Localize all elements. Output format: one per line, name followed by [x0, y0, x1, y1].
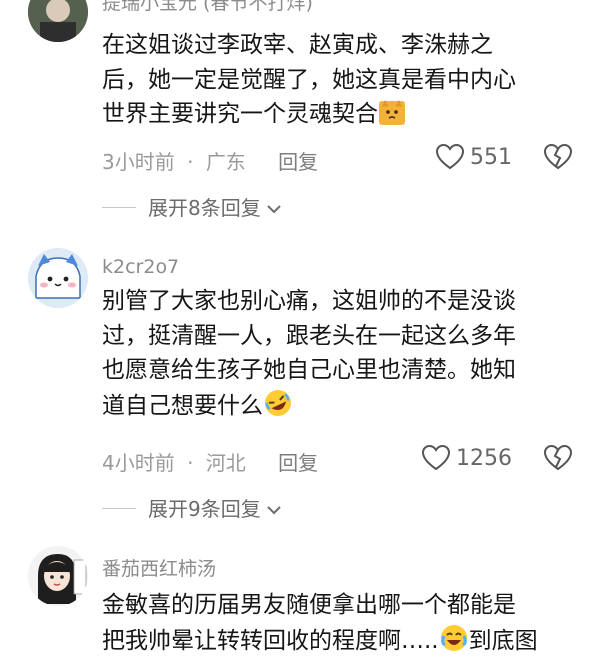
dislike-button[interactable] [543, 143, 573, 174]
separator-dot: · [187, 150, 194, 174]
username[interactable]: 番茄西红柿汤 [102, 554, 216, 581]
crying-laughing-emoji [440, 624, 467, 651]
avatar[interactable] [28, 248, 88, 308]
location: 河北 [205, 451, 246, 475]
heart-icon [422, 445, 450, 471]
reply-button[interactable]: 回复 [278, 451, 318, 475]
reply-button[interactable]: 回复 [278, 150, 318, 174]
chevron-down-icon [267, 205, 281, 214]
separator-dot: · [187, 451, 194, 475]
like-count: 551 [470, 144, 512, 170]
comment-line: 也愿意给生孩子她自己心里也清楚。她知 [102, 357, 516, 383]
dislike-button[interactable] [543, 444, 573, 475]
heart-icon [436, 144, 464, 170]
comment-text: 在这姐谈过李政宰、赵寅成、李洙赫之 后，她一定是觉醒了，她这真是看中内心 世界主… [102, 28, 572, 132]
comment-line: 过，挺清醒一人，跟老头在一起这么多年 [102, 322, 516, 349]
divider-dash [102, 207, 136, 208]
timestamp: 3小时前 [102, 150, 175, 174]
expand-replies-2[interactable]: 展开9条回复 [0, 493, 600, 523]
chevron-down-icon [267, 506, 281, 515]
comment-line: 金敏喜的历届男友随便拿出哪一个都能是 [102, 592, 516, 618]
comment-line-text: 把我帅晕让转转回收的程度啊….. [102, 627, 439, 654]
comment-line-text: 到底图 [468, 627, 538, 654]
comment-line: 后，她一定是觉醒了，她这真是看中内心 [102, 66, 516, 93]
avatar[interactable] [28, 546, 88, 606]
expand-replies-label: 展开8条回复 [148, 192, 283, 221]
like-count: 1256 [456, 445, 512, 471]
comment-line: 在这姐谈过李政宰、赵寅成、李洙赫之 [102, 32, 493, 58]
timestamp: 4小时前 [102, 451, 175, 475]
avatar[interactable] [28, 0, 88, 42]
username[interactable]: k2cr2o7 [102, 256, 179, 278]
expand-text: 展开8条回复 [148, 196, 261, 220]
rofl-emoji [265, 389, 291, 416]
avatar-image [28, 248, 88, 308]
avatar-image [28, 0, 88, 42]
comment-text: 金敏喜的历届男友随便拿出哪一个都能是 把我帅晕让转转回收的程度啊….. 到底图 [102, 588, 582, 658]
expand-text: 展开9条回复 [148, 497, 261, 521]
comment-line-last: 世界主要讲究一个灵魂契合 [102, 97, 572, 132]
comment-line-last: 道自己想要什么 [102, 388, 572, 424]
comment-line-last: 把我帅晕让转转回收的程度啊….. 到底图 [102, 623, 582, 659]
expand-replies-1[interactable]: 展开8条回复 [0, 192, 600, 222]
comment-text: 别管了大家也别心痛，这姐帅的不是没谈 过，挺清醒一人，跟老头在一起这么多年 也愿… [102, 284, 572, 423]
comment-line: 别管了大家也别心痛，这姐帅的不是没谈 [102, 288, 516, 314]
like-button[interactable]: 1256 [422, 445, 512, 471]
like-button[interactable]: 551 [436, 144, 512, 170]
broken-heart-icon [543, 444, 573, 471]
comment-meta: 4小时前 · 河北 回复 [102, 447, 318, 476]
broken-heart-icon [543, 143, 573, 170]
cat-shrug-emoji [379, 100, 405, 125]
divider-dash [102, 508, 136, 509]
username[interactable]: 提瑞小宝元 (春节不打烊) [102, 0, 313, 15]
comment-line-text: 道自己想要什么 [102, 392, 263, 419]
location: 广东 [205, 150, 246, 174]
expand-replies-label: 展开9条回复 [148, 493, 283, 522]
comment-meta: 3小时前 · 广东 回复 [102, 146, 318, 175]
avatar-image [28, 546, 88, 606]
comment-line-text: 世界主要讲究一个灵魂契合 [102, 101, 378, 127]
